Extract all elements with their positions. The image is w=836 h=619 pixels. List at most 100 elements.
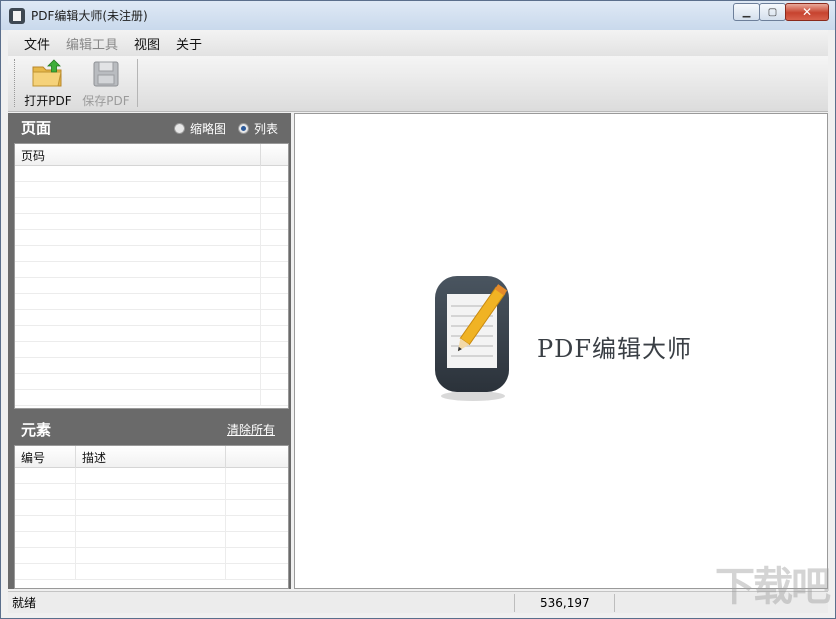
empty-cell [261, 358, 288, 373]
elements-panel-header: 元素 清除所有 [8, 415, 291, 443]
empty-cell [15, 198, 261, 213]
list-radio-label: 列表 [254, 122, 279, 136]
empty-row [15, 532, 288, 548]
empty-row [15, 310, 288, 326]
list-radio-option[interactable]: 列表 [238, 120, 278, 137]
status-bar: 就绪 536,197 [8, 591, 828, 613]
empty-cell [76, 532, 226, 547]
empty-row [15, 390, 288, 406]
empty-cell [261, 214, 288, 229]
empty-cell [15, 182, 261, 197]
empty-row [15, 516, 288, 532]
empty-row [15, 468, 288, 484]
minimize-button[interactable]: ▁ [733, 3, 760, 21]
page-number-column-header[interactable]: 页码 [15, 144, 261, 166]
menu-view[interactable]: 视图 [126, 34, 168, 53]
empty-cell [261, 230, 288, 245]
empty-row [15, 166, 288, 182]
elements-list[interactable]: 编号 描述 [14, 445, 289, 589]
clear-all-link[interactable]: 清除所有 [227, 421, 275, 438]
open-pdf-button[interactable]: 打开PDF [19, 56, 77, 110]
empty-row [15, 214, 288, 230]
pages-list[interactable]: 页码 [14, 143, 289, 409]
empty-cell [15, 230, 261, 245]
empty-row [15, 500, 288, 516]
thumbnail-radio[interactable] [174, 123, 185, 134]
list-radio[interactable] [238, 123, 249, 134]
empty-cell [261, 166, 288, 181]
app-window: PDF编辑大师(未注册) ▁ ▢ ✕ 文件 编辑工具 视图 关于 打开PDF 保… [0, 0, 836, 619]
cursor-coordinates: 536,197 [515, 593, 615, 612]
empty-cell [15, 564, 76, 579]
empty-cell [15, 246, 261, 261]
empty-row [15, 182, 288, 198]
element-description-column-header[interactable]: 描述 [76, 446, 226, 468]
elements-panel-title: 元素 [21, 420, 52, 439]
empty-row [15, 294, 288, 310]
empty-row [15, 342, 288, 358]
minimize-icon: ▁ [742, 6, 751, 18]
left-panel: 页面 缩略图 列表 页码 元素 清除所有 编号 描述 [8, 113, 291, 589]
open-folder-icon [32, 59, 62, 87]
empty-cell [226, 468, 288, 483]
empty-cell [261, 262, 288, 277]
empty-row [15, 548, 288, 564]
elements-list-body [15, 468, 288, 580]
menu-edit-tools[interactable]: 编辑工具 [58, 34, 126, 53]
watermark-logo: 下载吧 [715, 564, 831, 610]
empty-cell [15, 358, 261, 373]
pages-panel-header: 页面 缩略图 列表 [8, 113, 291, 141]
maximize-icon: ▢ [767, 6, 778, 18]
empty-cell [76, 564, 226, 579]
empty-cell [261, 278, 288, 293]
thumbnail-radio-option[interactable]: 缩略图 [174, 120, 226, 137]
empty-cell [76, 516, 226, 531]
menu-about[interactable]: 关于 [168, 34, 210, 53]
empty-cell [15, 310, 261, 325]
document-canvas[interactable]: PDF编辑大师 [294, 113, 828, 589]
empty-cell [15, 294, 261, 309]
empty-cell [15, 468, 76, 483]
empty-row [15, 374, 288, 390]
empty-cell [15, 214, 261, 229]
window-controls: ▁ ▢ ✕ [733, 3, 829, 21]
save-pdf-button[interactable]: 保存PDF [77, 56, 135, 110]
menu-bar: 文件 编辑工具 视图 关于 [8, 30, 828, 56]
empty-cell [15, 342, 261, 357]
empty-row [15, 326, 288, 342]
empty-cell [76, 468, 226, 483]
empty-cell [261, 294, 288, 309]
toolbar-grip[interactable] [14, 59, 17, 107]
empty-row [15, 262, 288, 278]
app-logo-text: PDF编辑大师 [537, 335, 693, 363]
element-id-column-header[interactable]: 编号 [15, 446, 76, 468]
close-icon: ✕ [801, 5, 813, 19]
empty-cell [15, 278, 261, 293]
empty-cell [261, 310, 288, 325]
title-bar: PDF编辑大师(未注册) ▁ ▢ ✕ [1, 1, 835, 30]
empty-cell [15, 326, 261, 341]
empty-row [15, 358, 288, 374]
menu-file[interactable]: 文件 [16, 34, 58, 53]
empty-cell [226, 500, 288, 515]
empty-row [15, 564, 288, 580]
empty-cell [261, 326, 288, 341]
empty-row [15, 198, 288, 214]
toolbar: 打开PDF 保存PDF [8, 56, 828, 112]
empty-cell [15, 500, 76, 515]
open-pdf-label: 打开PDF [24, 94, 72, 108]
empty-row [15, 484, 288, 500]
empty-cell [226, 564, 288, 579]
empty-cell [226, 484, 288, 499]
empty-cell [226, 548, 288, 563]
empty-cell [15, 390, 261, 405]
window-title: PDF编辑大师(未注册) [31, 9, 148, 23]
empty-row [15, 278, 288, 294]
close-button[interactable]: ✕ [785, 3, 829, 21]
app-logo-icon [435, 276, 509, 401]
empty-row [15, 246, 288, 262]
empty-cell [226, 532, 288, 547]
thumbnail-radio-label: 缩略图 [190, 122, 227, 136]
maximize-button[interactable]: ▢ [759, 3, 786, 21]
app-icon [9, 7, 25, 24]
